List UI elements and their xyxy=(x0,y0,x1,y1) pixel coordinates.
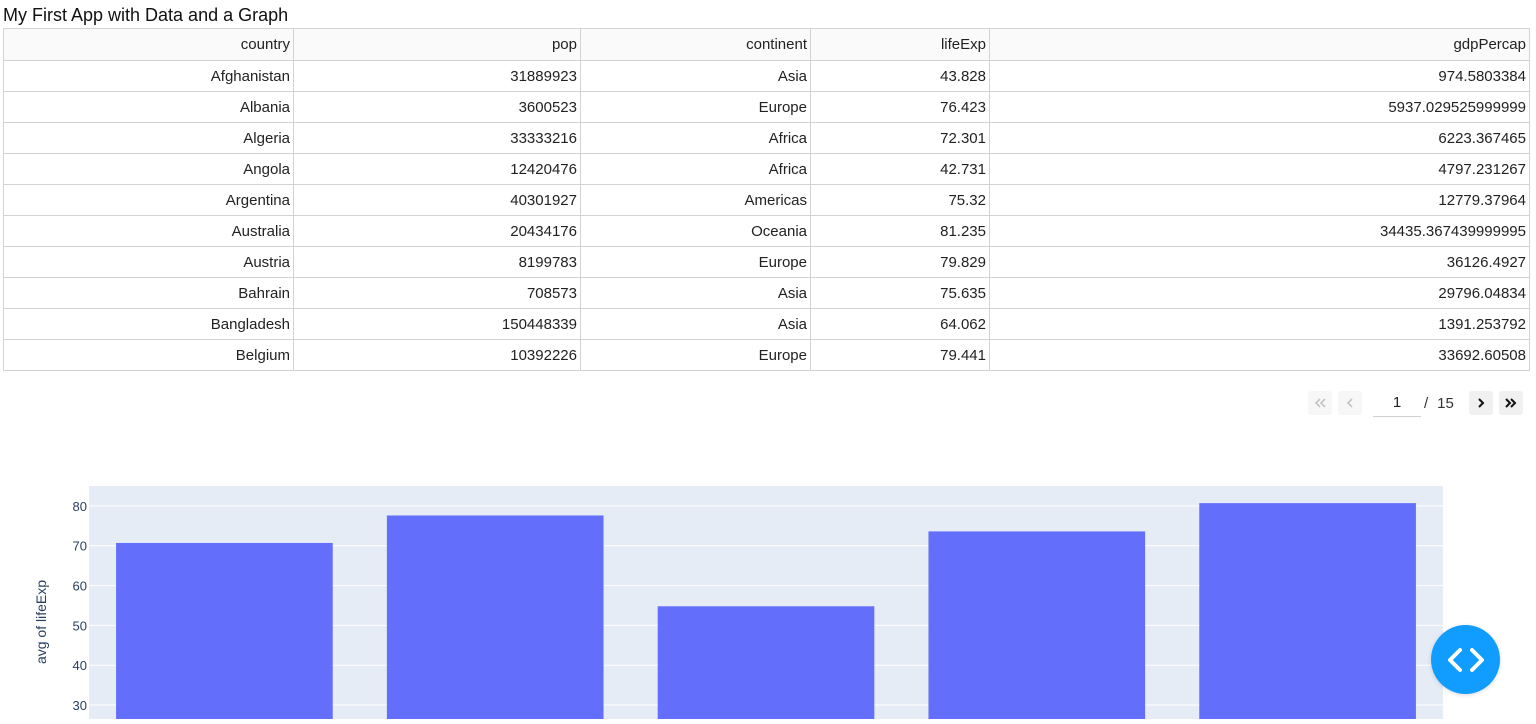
column-header-lifeexp[interactable]: lifeExp xyxy=(810,28,990,61)
first-page-button[interactable] xyxy=(1308,391,1332,415)
column-header-gdppercap[interactable]: gdpPercap xyxy=(989,28,1530,61)
y-axis-title: avg of lifeExp xyxy=(33,580,49,664)
last-page-button[interactable] xyxy=(1498,391,1523,415)
table-cell[interactable]: Algeria xyxy=(3,122,294,154)
table-header-row: country pop continent lifeExp gdpPercap xyxy=(3,28,1530,61)
y-tick-label: 60 xyxy=(73,579,87,594)
double-chevron-right-icon xyxy=(1505,398,1517,408)
table-row: Albania 3600523 Europe 76.423 5937.02952… xyxy=(3,91,1530,123)
table-cell[interactable]: 12420476 xyxy=(293,153,581,185)
table-cell[interactable]: 31889923 xyxy=(293,60,581,92)
next-page-button[interactable] xyxy=(1468,391,1493,415)
table-cell[interactable]: Belgium xyxy=(3,339,294,371)
table-cell[interactable]: Oceania xyxy=(580,215,811,247)
column-header-continent[interactable]: continent xyxy=(580,28,811,61)
table-cell[interactable]: 1391.253792 xyxy=(989,308,1530,340)
table-row: Austria 8199783 Europe 79.829 36126.4927 xyxy=(3,246,1530,278)
double-chevron-left-icon xyxy=(1314,398,1326,408)
table-cell[interactable]: 8199783 xyxy=(293,246,581,278)
column-header-country[interactable]: country xyxy=(3,28,294,61)
table-cell[interactable]: 79.441 xyxy=(810,339,990,371)
table-cell[interactable]: 64.062 xyxy=(810,308,990,340)
y-tick-label: 50 xyxy=(73,618,87,633)
y-tick-label: 80 xyxy=(73,499,87,514)
bar[interactable] xyxy=(386,515,604,719)
table-cell[interactable]: 33333216 xyxy=(293,122,581,154)
table-cell[interactable]: Albania xyxy=(3,91,294,123)
table-cell[interactable]: Bahrain xyxy=(3,277,294,309)
table-cell[interactable]: 150448339 xyxy=(293,308,581,340)
table-cell[interactable]: Asia xyxy=(580,308,811,340)
bar[interactable] xyxy=(116,542,333,719)
chevron-right-icon xyxy=(1478,398,1485,408)
table-row: Algeria 33333216 Africa 72.301 6223.3674… xyxy=(3,122,1530,154)
bar[interactable] xyxy=(928,531,1146,719)
table-cell[interactable]: Americas xyxy=(580,184,811,216)
page-title: My First App with Data and a Graph xyxy=(3,5,289,25)
table-cell[interactable]: Austria xyxy=(3,246,294,278)
table-cell[interactable]: Africa xyxy=(580,122,811,154)
pagination: / 15 xyxy=(1305,389,1526,417)
y-tick-label: 40 xyxy=(73,658,87,673)
table-cell[interactable]: Europe xyxy=(580,246,811,278)
table-cell[interactable]: 708573 xyxy=(293,277,581,309)
data-table: country pop continent lifeExp gdpPercap … xyxy=(3,28,1530,371)
chevron-left-icon xyxy=(1346,398,1353,408)
table-cell[interactable]: 33692.60508 xyxy=(989,339,1530,371)
y-tick-label: 70 xyxy=(73,539,87,554)
column-header-pop[interactable]: pop xyxy=(293,28,581,61)
table-cell[interactable]: 10392226 xyxy=(293,339,581,371)
table-cell[interactable]: 81.235 xyxy=(810,215,990,247)
table-cell[interactable]: 75.32 xyxy=(810,184,990,216)
table-row: Bahrain 708573 Asia 75.635 29796.04834 xyxy=(3,277,1530,309)
table-cell[interactable]: 79.829 xyxy=(810,246,990,278)
total-pages: 15 xyxy=(1437,394,1454,412)
table-row: Angola 12420476 Africa 42.731 4797.23126… xyxy=(3,153,1530,185)
table-row: Bangladesh 150448339 Asia 64.062 1391.25… xyxy=(3,308,1530,340)
table-cell[interactable]: Africa xyxy=(580,153,811,185)
table-cell[interactable]: 43.828 xyxy=(810,60,990,92)
table-row: Argentina 40301927 Americas 75.32 12779.… xyxy=(3,184,1530,216)
page-separator: / xyxy=(1424,394,1429,412)
table-cell[interactable]: 974.5803384 xyxy=(989,60,1530,92)
table-cell[interactable]: 12779.37964 xyxy=(989,184,1530,216)
table-cell[interactable]: Bangladesh xyxy=(3,308,294,340)
table-cell[interactable]: 34435.367439999995 xyxy=(989,215,1530,247)
table-cell[interactable]: Afghanistan xyxy=(3,60,294,92)
table-row: Australia 20434176 Oceania 81.235 34435.… xyxy=(3,215,1530,247)
previous-page-button[interactable] xyxy=(1338,391,1362,415)
bar-chart: 30 40 50 60 70 80 avg of lifeExp xyxy=(33,486,1443,719)
table-cell[interactable]: 6223.367465 xyxy=(989,122,1530,154)
bar[interactable] xyxy=(657,606,875,719)
table-cell[interactable]: Europe xyxy=(580,91,811,123)
table-cell[interactable]: 3600523 xyxy=(293,91,581,123)
table-cell[interactable]: 5937.029525999999 xyxy=(989,91,1530,123)
current-page-input[interactable] xyxy=(1373,389,1421,417)
table-cell[interactable]: Europe xyxy=(580,339,811,371)
table-cell[interactable]: Asia xyxy=(580,277,811,309)
table-cell[interactable]: Asia xyxy=(580,60,811,92)
table-cell[interactable]: Angola xyxy=(3,153,294,185)
table-cell[interactable]: 20434176 xyxy=(293,215,581,247)
table-cell[interactable]: 42.731 xyxy=(810,153,990,185)
dev-tools-button[interactable] xyxy=(1431,625,1500,694)
table-row: Afghanistan 31889923 Asia 43.828 974.580… xyxy=(3,60,1530,92)
table-cell[interactable]: 72.301 xyxy=(810,122,990,154)
table-cell[interactable]: 40301927 xyxy=(293,184,581,216)
table-cell[interactable]: Australia xyxy=(3,215,294,247)
code-brackets-icon xyxy=(1447,647,1484,672)
bar-chart-container: 30 40 50 60 70 80 avg of lifeExp xyxy=(0,470,1536,719)
table-cell[interactable]: 36126.4927 xyxy=(989,246,1530,278)
table-cell[interactable]: Argentina xyxy=(3,184,294,216)
table-row: Belgium 10392226 Europe 79.441 33692.605… xyxy=(3,339,1530,371)
table-cell[interactable]: 4797.231267 xyxy=(989,153,1530,185)
bar[interactable] xyxy=(1199,503,1416,719)
table-cell[interactable]: 76.423 xyxy=(810,91,990,123)
y-tick-label: 30 xyxy=(73,698,87,713)
table-cell[interactable]: 29796.04834 xyxy=(989,277,1530,309)
table-cell[interactable]: 75.635 xyxy=(810,277,990,309)
